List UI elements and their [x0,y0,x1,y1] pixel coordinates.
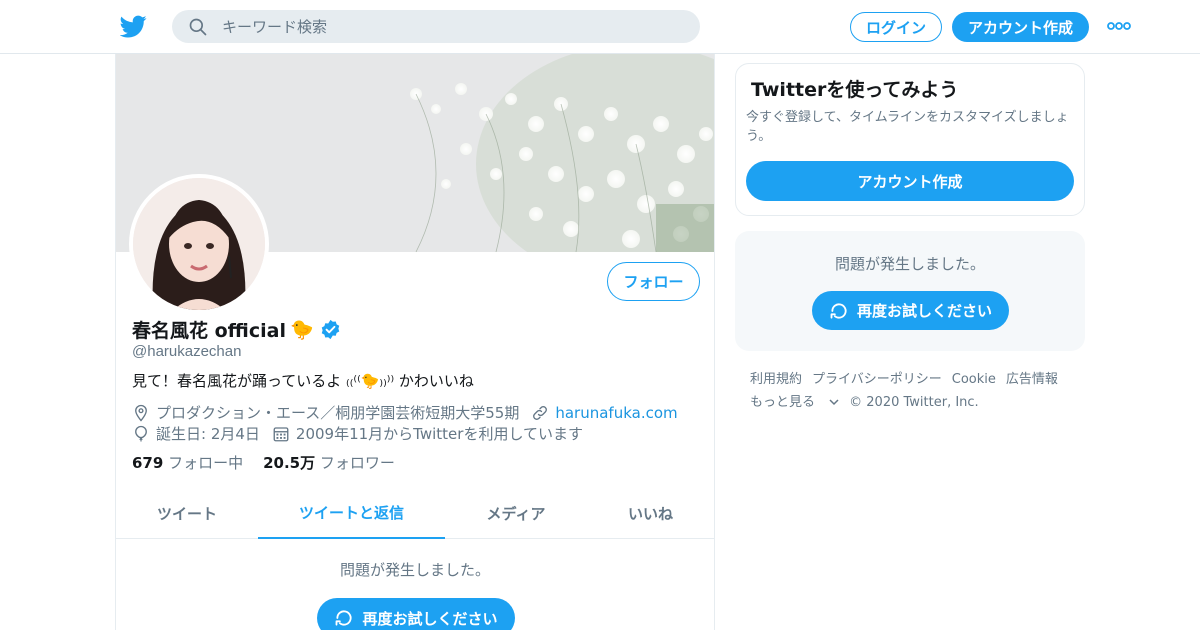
footer-copyright: © 2020 Twitter, Inc. [849,395,979,410]
profile-website-link[interactable]: harunafuka.com [555,404,677,422]
following-stat[interactable]: 679 フォロー中 [132,452,243,473]
profile-meta-row: 誕生日: 2月4日 2009年11月からTwitterを利用しています [132,423,583,444]
profile-column: フォロー 春名風花 official 🐤 @harukazechan 見て！春名… [115,54,715,630]
sidebar-error-card: 問題が発生しました。 再度お試しください [735,231,1085,351]
chick-emoji: 🐤 [289,319,314,341]
top-navigation-bar: ログイン アカウント作成 [0,0,1200,54]
footer-link-ads-info[interactable]: 広告情報 [1006,372,1058,387]
profile-location: プロダクション・エース／桐朋学園芸術短期大学55期 [156,404,520,422]
profile-tabs: ツイート ツイートと返信 メディア いいね [116,487,714,539]
signup-button[interactable]: アカウント作成 [952,12,1089,42]
profile-bio: 見て！春名風花が踊っているよ ₍₍⁽⁽🐤₎₎⁾⁾ かわいいね [132,372,474,390]
twitter-bird-icon[interactable] [120,13,147,40]
profile-stats: 679 フォロー中 20.5万 フォロワー [132,452,395,473]
search-input[interactable] [222,10,682,43]
tab-likes[interactable]: いいね [587,487,714,539]
balloon-icon [135,425,147,441]
profile-handle: @harukazechan [132,343,242,360]
timeline-error-text: 問題が発生しました。 [339,561,490,579]
sidebar-error-text: 問題が発生しました。 [834,255,985,273]
footer-more-link[interactable]: もっと見る [750,395,839,410]
footer-link-terms[interactable]: 利用規約 [750,372,802,387]
tab-tweets[interactable]: ツイート [116,487,258,539]
retry-label: 再度お試しください [362,609,498,628]
profile-joined-date: 2009年11月からTwitterを利用しています [295,425,584,443]
refresh-icon [830,302,847,319]
profile-meta-row: プロダクション・エース／桐朋学園芸術短期大学55期 harunafuka.com [132,402,678,423]
login-button[interactable]: ログイン [850,12,942,42]
signup-card-description: 今すぐ登録して、タイムラインをカスタマイズしましょう。 [746,110,1069,144]
verified-badge-icon [321,319,339,340]
tab-tweets-and-replies[interactable]: ツイートと返信 [258,487,445,539]
signup-card-title: Twitterを使ってみよう [751,79,959,101]
retry-label: 再度お試しください [856,302,992,320]
footer-link-privacy[interactable]: プライバシーポリシー [812,372,942,387]
followers-stat[interactable]: 20.5万 フォロワー [263,452,395,473]
signup-card-button[interactable]: アカウント作成 [746,161,1074,201]
follow-button[interactable]: フォロー [607,262,700,301]
chevron-down-icon [829,399,839,406]
search-icon [189,18,207,36]
profile-avatar[interactable] [129,174,269,314]
sidebar-footer: 利用規約 プライバシーポリシー Cookie 広告情報 もっと見る © 2020 Tw… [750,368,1080,414]
profile-display-name: 春名風花 official 🐤 [132,316,341,343]
sidebar-retry-button[interactable]: 再度お試しください [812,291,1009,330]
profile-photo [133,178,265,310]
search-box[interactable] [172,10,700,43]
signup-card: Twitterを使ってみよう 今すぐ登録して、タイムラインをカスタマイズしましょ… [735,63,1085,216]
link-icon [533,405,548,420]
display-name-text: 春名風花 official [132,320,286,342]
timeline-retry-button[interactable]: 再度お試しください [317,598,515,630]
location-icon [135,404,147,422]
more-options-icon[interactable] [1106,20,1132,32]
footer-link-cookie[interactable]: Cookie [952,372,996,387]
profile-birthday: 誕生日: 2月4日 [156,425,260,443]
calendar-icon [273,426,289,441]
tab-media[interactable]: メディア [445,487,587,539]
refresh-icon [336,610,353,626]
